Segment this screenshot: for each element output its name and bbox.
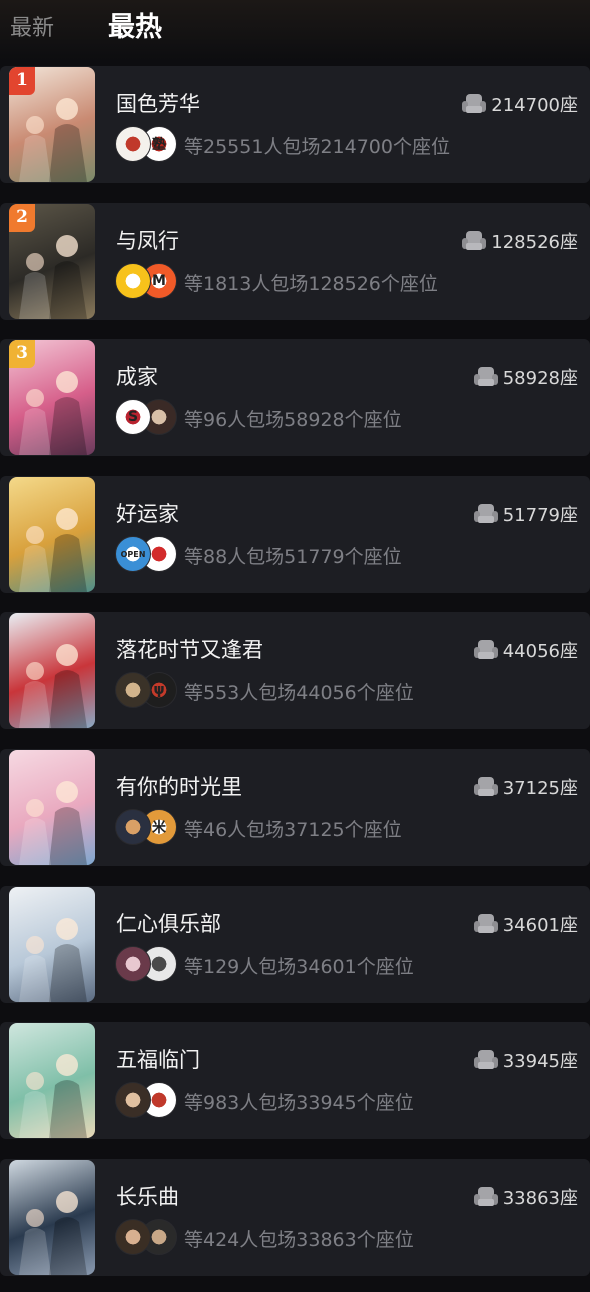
movie-title: 与凤行 bbox=[116, 229, 179, 253]
seat-icon bbox=[473, 639, 499, 661]
seat-count-group: 33863座 bbox=[473, 1183, 578, 1211]
seat-count: 44056座 bbox=[502, 641, 578, 662]
seat-count: 34601座 bbox=[502, 915, 578, 936]
list-item[interactable]: 长乐曲 33863座等424人包场33863个座位 bbox=[0, 1159, 590, 1276]
movie-title: 落花时节又逢君 bbox=[116, 638, 263, 662]
avatar-label: S bbox=[127, 409, 139, 425]
booking-description: 等46人包场37125个座位 bbox=[184, 819, 402, 841]
seat-count-group: 214700座 bbox=[461, 90, 578, 118]
booking-description: 等553人包场44056个座位 bbox=[184, 682, 414, 704]
seat-count: 37125座 bbox=[502, 778, 578, 799]
avatar[interactable] bbox=[115, 1082, 151, 1118]
list-item[interactable]: 五福临门 33945座等983人包场33945个座位 bbox=[0, 1022, 590, 1139]
seat-count-group: 58928座 bbox=[473, 363, 578, 391]
seat-icon bbox=[473, 1186, 499, 1208]
seat-count: 58928座 bbox=[502, 368, 578, 389]
booking-description: 等96人包场58928个座位 bbox=[184, 409, 402, 431]
booking-description: 等1813人包场128526个座位 bbox=[184, 273, 438, 295]
list-item[interactable]: 2 与凤行 128526座 M 等1813人包场128526个座位 bbox=[0, 203, 590, 320]
booking-description: 等129人包场34601个座位 bbox=[184, 956, 414, 978]
poster-image bbox=[9, 750, 95, 865]
avatar[interactable]: OPEN bbox=[115, 536, 151, 572]
booking-description: 等25551人包场214700个座位 bbox=[184, 136, 450, 158]
avatar[interactable] bbox=[115, 263, 151, 299]
rank-badge: 1 bbox=[9, 67, 35, 95]
seat-icon bbox=[473, 366, 499, 388]
booking-description: 等983人包场33945个座位 bbox=[184, 1092, 414, 1114]
avatar[interactable] bbox=[115, 126, 151, 162]
poster-image bbox=[9, 477, 95, 592]
seat-icon bbox=[473, 1049, 499, 1071]
rank-badge: 2 bbox=[9, 204, 35, 232]
avatar[interactable] bbox=[115, 672, 151, 708]
seat-icon bbox=[461, 93, 487, 115]
list-item[interactable]: 好运家 51779座 OPEN 等88人包场51779个座位 bbox=[0, 476, 590, 593]
avatar[interactable] bbox=[115, 809, 151, 845]
movie-title: 成家 bbox=[116, 365, 158, 389]
seat-count-group: 51779座 bbox=[473, 500, 578, 528]
avatar-label: OPEN bbox=[120, 549, 146, 559]
poster-image: 3 bbox=[9, 340, 95, 455]
list-item[interactable]: 落花时节又逢君 44056座 ψ 等553人包场44056个座位 bbox=[0, 612, 590, 729]
seat-count: 128526座 bbox=[491, 232, 578, 253]
sort-tabs: 最新 最热 bbox=[0, 0, 590, 50]
poster-image bbox=[9, 1160, 95, 1275]
seat-count-group: 33945座 bbox=[473, 1046, 578, 1074]
poster-image: 2 bbox=[9, 204, 95, 319]
movie-title: 国色芳华 bbox=[116, 92, 200, 116]
seat-count-group: 37125座 bbox=[473, 773, 578, 801]
movie-title: 有你的时光里 bbox=[116, 775, 242, 799]
list-item[interactable]: 有你的时光里 37125座米等46人包场37125个座位 bbox=[0, 749, 590, 866]
poster-image bbox=[9, 613, 95, 728]
avatar[interactable]: S bbox=[115, 399, 151, 435]
movie-title: 长乐曲 bbox=[116, 1185, 179, 1209]
tab-hot[interactable]: 最热 bbox=[108, 5, 162, 44]
avatar[interactable] bbox=[115, 1219, 151, 1255]
seat-count: 51779座 bbox=[502, 505, 578, 526]
seat-count-group: 128526座 bbox=[461, 227, 578, 255]
seat-count: 33945座 bbox=[502, 1051, 578, 1072]
seat-icon bbox=[473, 913, 499, 935]
movie-title: 仁心俱乐部 bbox=[116, 912, 221, 936]
list-item[interactable]: 3 成家 58928座 S 等96人包场58928个座位 bbox=[0, 339, 590, 456]
seat-count-group: 44056座 bbox=[473, 636, 578, 664]
tab-latest[interactable]: 最新 bbox=[10, 10, 54, 42]
list-item[interactable]: 1 国色芳华 214700座塾等25551人包场214700个座位 bbox=[0, 66, 590, 183]
seat-count: 33863座 bbox=[502, 1188, 578, 1209]
seat-icon bbox=[473, 776, 499, 798]
booking-description: 等424人包场33863个座位 bbox=[184, 1229, 414, 1251]
avatar[interactable] bbox=[115, 946, 151, 982]
seat-icon bbox=[461, 230, 487, 252]
movie-title: 好运家 bbox=[116, 502, 179, 526]
poster-image bbox=[9, 1023, 95, 1138]
poster-image bbox=[9, 887, 95, 1002]
booking-description: 等88人包场51779个座位 bbox=[184, 546, 402, 568]
seat-count-group: 34601座 bbox=[473, 910, 578, 938]
poster-image: 1 bbox=[9, 67, 95, 182]
seat-icon bbox=[473, 503, 499, 525]
list-item[interactable]: 仁心俱乐部 34601座等129人包场34601个座位 bbox=[0, 886, 590, 1003]
seat-count: 214700座 bbox=[491, 95, 578, 116]
movie-title: 五福临门 bbox=[116, 1048, 200, 1072]
rank-badge: 3 bbox=[9, 340, 35, 368]
